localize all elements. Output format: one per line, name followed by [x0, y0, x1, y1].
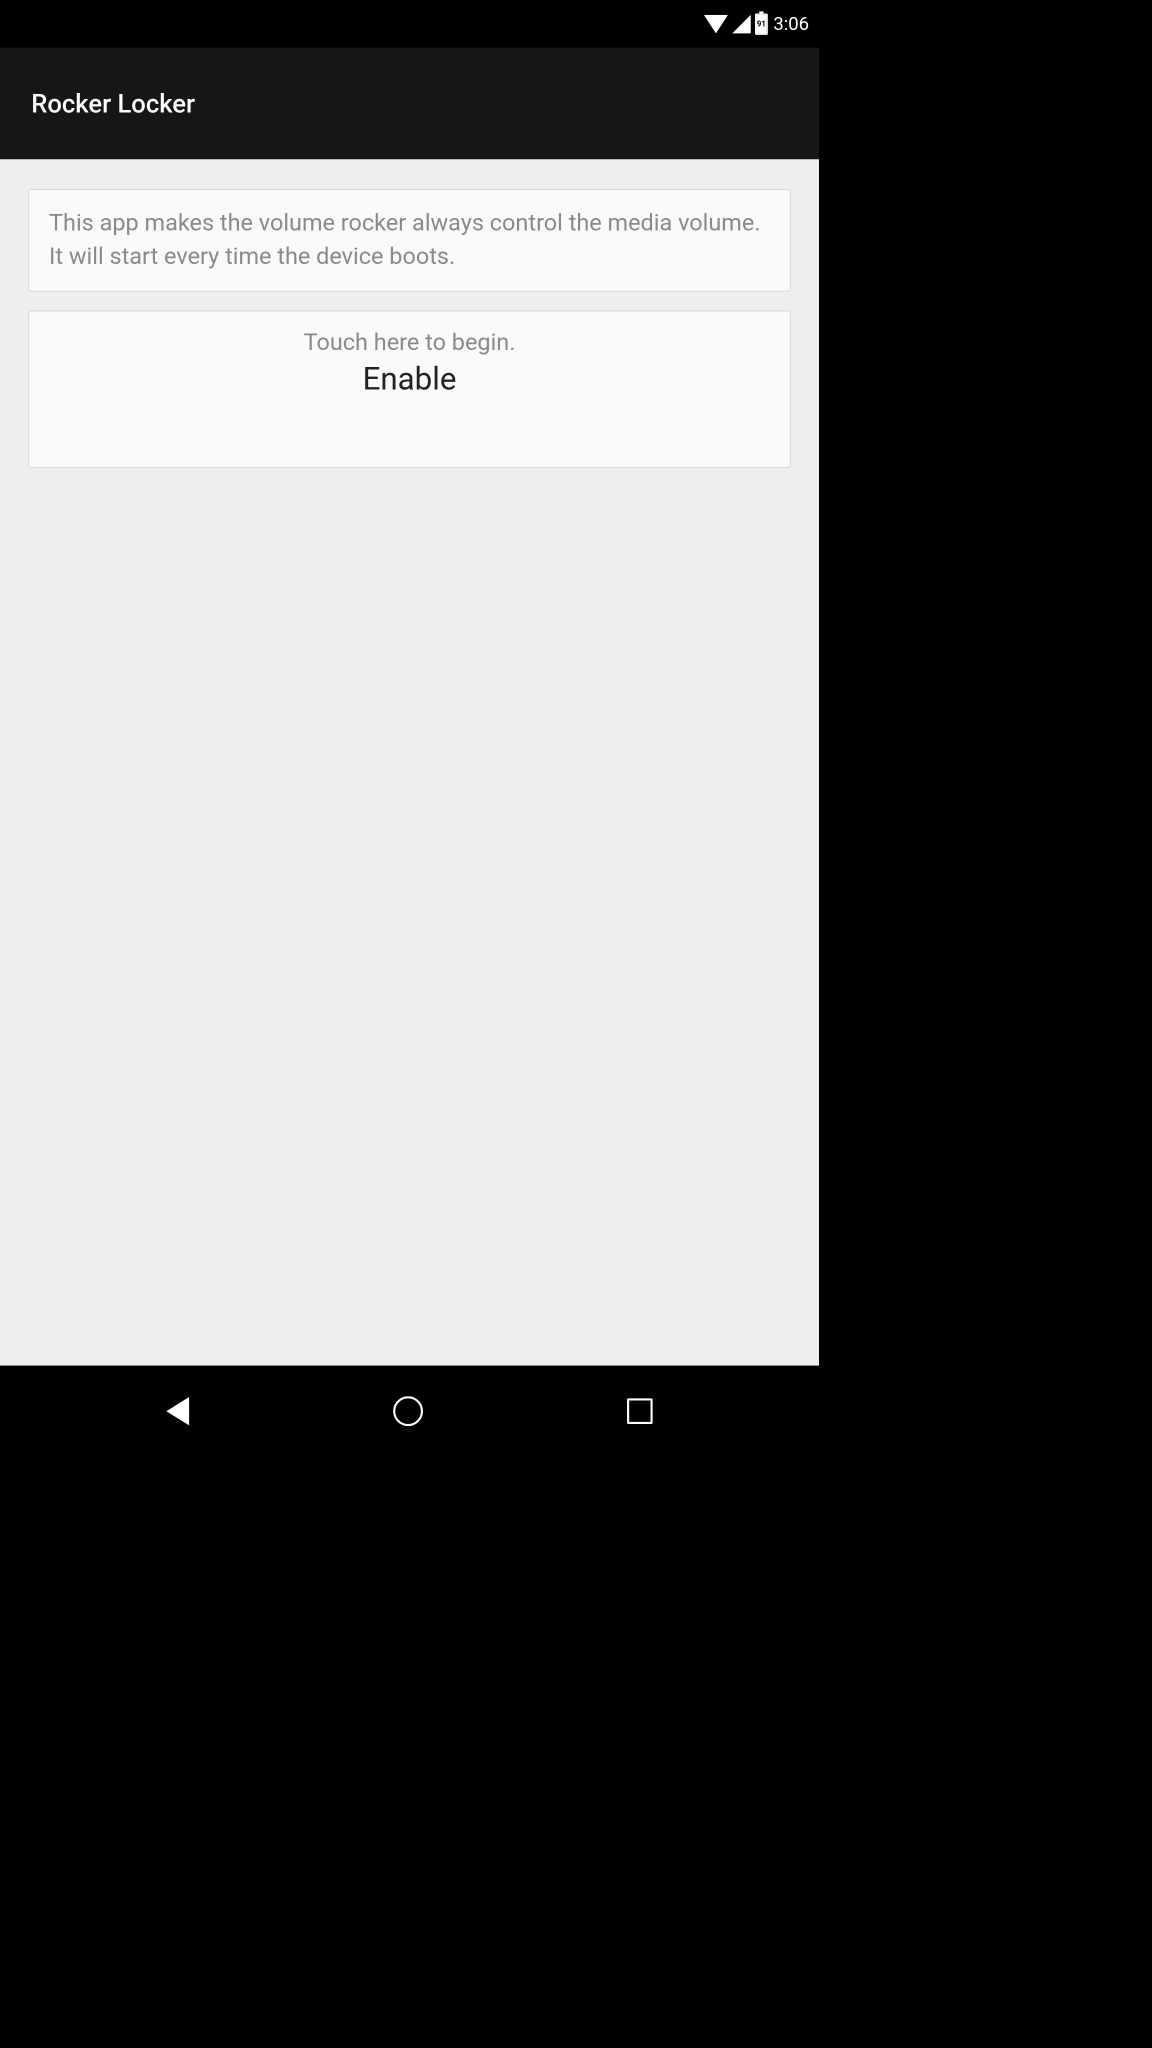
clock: 3:06 — [773, 13, 809, 34]
cell-signal-icon — [732, 15, 750, 33]
status-icons: 91 — [704, 13, 768, 34]
content-area: This app makes the volume rocker always … — [0, 159, 819, 1365]
navigation-bar — [0, 1366, 819, 1456]
touch-hint: Touch here to begin. — [49, 328, 770, 356]
enable-card[interactable]: Touch here to begin. Enable — [28, 310, 790, 467]
action-bar: Rocker Locker — [0, 48, 819, 160]
home-button[interactable] — [393, 1396, 423, 1426]
status-bar: 91 3:06 — [0, 0, 819, 48]
wifi-icon — [704, 15, 728, 33]
battery-level: 91 — [756, 15, 766, 33]
battery-icon: 91 — [755, 13, 768, 34]
description-text: This app makes the volume rocker always … — [49, 207, 770, 274]
back-button[interactable] — [166, 1397, 189, 1425]
enable-button: Enable — [49, 360, 770, 397]
recent-apps-button[interactable] — [627, 1398, 653, 1424]
description-card: This app makes the volume rocker always … — [28, 189, 790, 291]
app-title: Rocker Locker — [31, 89, 195, 119]
